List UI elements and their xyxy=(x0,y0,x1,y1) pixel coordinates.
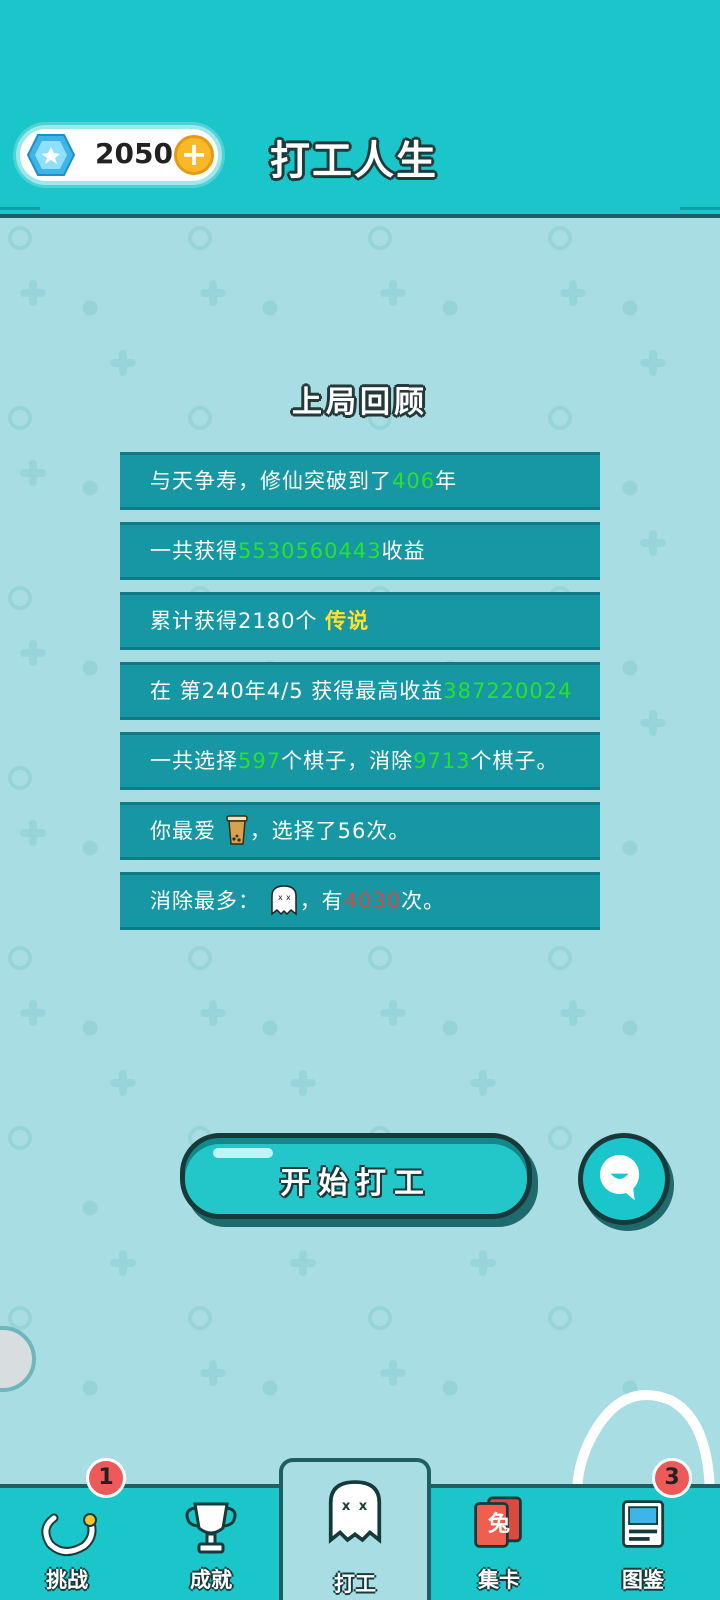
row-highlight: 406 xyxy=(392,469,436,493)
background-cross xyxy=(560,1000,586,1026)
background-cross xyxy=(20,820,46,846)
row-text: 次。 xyxy=(401,889,446,913)
bubble-tea-icon xyxy=(225,815,248,845)
row-highlight: 4030 xyxy=(343,889,402,913)
ghost-icon: x x xyxy=(328,1480,382,1544)
row-text: 年 xyxy=(435,469,458,493)
row-text: ，有 xyxy=(299,889,344,913)
nav-item-achievements[interactable]: 成就 xyxy=(144,1488,278,1600)
diamond-gem-icon xyxy=(26,134,76,176)
row-text: 一共选择 xyxy=(150,749,238,773)
review-title: 上局回顾 xyxy=(292,385,428,420)
card-character: 兔 xyxy=(487,1512,510,1537)
background-cross xyxy=(470,1070,496,1096)
background-cross xyxy=(20,1000,46,1026)
row-highlight: 5530560443 xyxy=(238,539,382,563)
row-text: 累计获得2180个 xyxy=(150,609,326,633)
row-text: 在 第240年4/5 获得最高收益 xyxy=(150,679,444,703)
background-cross xyxy=(110,1250,136,1276)
start-work-button[interactable]: 开始打工 xyxy=(180,1133,532,1219)
nav-item-challenge[interactable]: 1 挑战 xyxy=(0,1458,134,1600)
review-row-favorite: 你最爱 ，选择了56次。 xyxy=(120,802,600,860)
ring-icon xyxy=(41,1513,97,1556)
background-cross xyxy=(110,1070,136,1096)
row-highlight: 387220024 xyxy=(443,679,573,703)
row-text: 一共获得 xyxy=(150,539,238,563)
nav-label: 打工 xyxy=(334,1572,376,1596)
background-cross xyxy=(200,1360,226,1386)
gem-balance[interactable]: 2050 + xyxy=(16,125,222,185)
row-text: 个棋子。 xyxy=(470,749,559,773)
add-gems-button[interactable]: + xyxy=(174,135,214,175)
background-cross xyxy=(20,640,46,666)
start-work-label: 开始打工 xyxy=(280,1166,432,1201)
ghost-icon: x x xyxy=(270,885,297,916)
row-highlight: 597 xyxy=(238,749,282,773)
background-cross xyxy=(200,1000,226,1026)
review-list: 与天争寿，修仙突破到了406年 一共获得5530560443收益 累计获得218… xyxy=(120,452,600,942)
row-text: 收益 xyxy=(381,539,426,563)
background-cross xyxy=(200,280,226,306)
button-shine xyxy=(213,1148,273,1158)
background-cross xyxy=(380,1000,406,1026)
chat-icon xyxy=(599,1154,640,1201)
nav-label: 成就 xyxy=(190,1568,232,1592)
background-cross xyxy=(640,530,666,556)
page-title: 打工人生 xyxy=(270,138,438,184)
background-cross xyxy=(380,280,406,306)
nav-label: 图鉴 xyxy=(622,1568,664,1592)
nav-label: 集卡 xyxy=(478,1568,520,1592)
background-cross xyxy=(560,280,586,306)
background-cross xyxy=(110,350,136,376)
background-cross xyxy=(470,1250,496,1276)
review-row-income: 一共获得5530560443收益 xyxy=(120,522,600,580)
bottom-nav: 1 挑战 成就 x x 打工 兔 集卡 3 图鉴 xyxy=(0,1458,720,1600)
svg-text:x: x xyxy=(286,893,292,902)
row-highlight: 传说 xyxy=(325,609,370,633)
svg-text:x: x xyxy=(342,1499,351,1514)
trophy-icon xyxy=(185,1502,237,1554)
background-cross xyxy=(20,460,46,486)
top-header: 2050 + 打工人生 xyxy=(0,0,720,218)
review-row-legendary: 累计获得2180个 传说 xyxy=(120,592,600,650)
review-row-cultivation: 与天争寿，修仙突破到了406年 xyxy=(120,452,600,510)
row-text: 消除最多： xyxy=(150,889,260,913)
background-cross xyxy=(20,280,46,306)
review-row-max-income: 在 第240年4/5 获得最高收益387220024 xyxy=(120,662,600,720)
row-highlight: 9713 xyxy=(413,749,471,773)
nav-item-cards[interactable]: 兔 集卡 xyxy=(432,1488,566,1600)
background-cross xyxy=(290,1070,316,1096)
nav-item-work[interactable]: x x 打工 xyxy=(279,1458,431,1600)
background-cross xyxy=(290,1250,316,1276)
svg-text:x: x xyxy=(278,893,284,902)
row-text: 与天争寿，修仙突破到了 xyxy=(150,469,392,493)
review-row-most-cleared: 消除最多： x x ，有4030次。 xyxy=(120,872,600,930)
notification-badge: 3 xyxy=(652,1458,692,1498)
svg-text:x: x xyxy=(359,1499,368,1514)
background-cross xyxy=(380,1360,406,1386)
row-text: 你最爱 xyxy=(150,819,216,843)
background-cross xyxy=(640,710,666,736)
row-text: 个棋子，消除 xyxy=(281,749,414,773)
nav-item-collection[interactable]: 3 图鉴 xyxy=(566,1458,720,1600)
chat-button[interactable] xyxy=(578,1133,670,1225)
gem-count: 2050 xyxy=(95,137,173,170)
book-icon xyxy=(622,1500,665,1548)
notification-badge: 1 xyxy=(86,1458,126,1498)
row-text: ，选择了56次。 xyxy=(249,819,411,843)
review-row-pieces: 一共选择597个棋子，消除9713个棋子。 xyxy=(120,732,600,790)
background-cross xyxy=(640,350,666,376)
nav-label: 挑战 xyxy=(46,1568,88,1592)
